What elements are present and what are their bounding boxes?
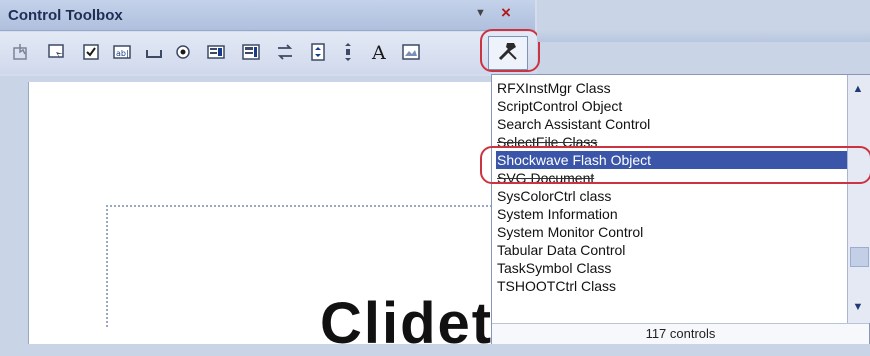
listbox-icon[interactable]: [205, 41, 227, 63]
svg-text:ab|: ab|: [116, 49, 129, 58]
toolbox-title-bar[interactable]: Control Toolbox ▼ ×: [0, 0, 535, 31]
image-icon[interactable]: [400, 41, 422, 63]
properties-icon[interactable]: [46, 41, 68, 63]
list-scrollbar[interactable]: ▲ ▼: [847, 75, 870, 323]
scrollbar-icon[interactable]: [337, 41, 359, 63]
list-item[interactable]: System Information: [496, 205, 851, 223]
list-item[interactable]: RFXInstMgr Class: [496, 79, 851, 97]
list-item[interactable]: System Monitor Control: [496, 223, 851, 241]
scroll-down-icon[interactable]: ▼: [850, 299, 866, 315]
highlight-ring: [480, 29, 540, 72]
toggle-button-icon[interactable]: [274, 41, 296, 63]
list-item[interactable]: TaskSymbol Class: [496, 259, 851, 277]
option-button-icon[interactable]: [172, 41, 194, 63]
scroll-thumb[interactable]: [850, 247, 869, 267]
right-background-rule: [537, 30, 870, 42]
list-item[interactable]: ScriptControl Object: [496, 97, 851, 115]
textbox-icon[interactable]: ab|: [111, 41, 133, 63]
combobox-icon[interactable]: [240, 41, 262, 63]
control-list-items: RFXInstMgr Class ScriptControl Object Se…: [496, 79, 851, 295]
list-item[interactable]: Tabular Data Control: [496, 241, 851, 259]
chevron-down-icon[interactable]: ▼: [475, 7, 489, 21]
toolbox-icon-row: ab| A: [0, 32, 537, 74]
canvas-text: Clidet: [320, 291, 494, 356]
select-objects-icon[interactable]: [10, 41, 32, 63]
more-controls-list: RFXInstMgr Class ScriptControl Object Se…: [491, 74, 870, 344]
toolbox-title: Control Toolbox: [8, 7, 123, 24]
scroll-up-icon[interactable]: ▲: [850, 81, 866, 97]
checkbox-icon[interactable]: [80, 41, 102, 63]
list-item[interactable]: TSHOOTCtrl Class: [496, 277, 851, 295]
command-button-icon[interactable]: [143, 41, 165, 63]
list-item[interactable]: Search Assistant Control: [496, 115, 851, 133]
controls-count: 117 controls: [492, 323, 869, 344]
svg-text:A: A: [371, 42, 386, 62]
spin-button-icon[interactable]: [307, 41, 329, 63]
close-icon[interactable]: ×: [497, 4, 515, 22]
highlight-ring-item: [480, 146, 870, 184]
label-icon[interactable]: A: [369, 41, 391, 63]
list-item[interactable]: SysColorCtrl class: [496, 187, 851, 205]
